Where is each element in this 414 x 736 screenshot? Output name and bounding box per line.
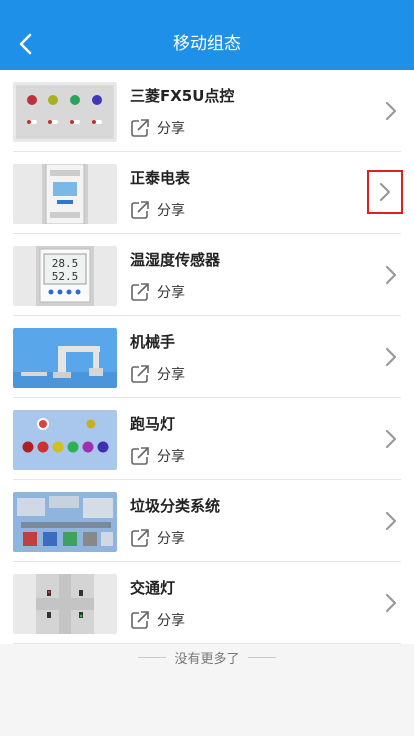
chevron-right-icon — [379, 182, 391, 202]
share-icon — [131, 529, 149, 547]
chevron-right-button[interactable] — [381, 590, 401, 616]
page-title: 移动组态 — [173, 34, 241, 54]
chevron-right-button[interactable] — [381, 344, 401, 370]
chevron-right-icon — [385, 429, 397, 449]
chevron-right-icon — [385, 101, 397, 121]
chevron-right-icon — [385, 265, 397, 285]
humidity-reading: 52.5 — [52, 270, 79, 283]
list-item[interactable]: 三菱FX5U点控 分享 — [13, 70, 401, 152]
list-item[interactable]: 机械手 分享 — [13, 316, 401, 398]
thumbnail-marquee-lights — [13, 410, 117, 470]
thumbnail-mitsubishi-plc — [13, 82, 117, 142]
share-button[interactable]: 分享 — [130, 117, 185, 139]
share-label: 分享 — [157, 367, 185, 383]
chevron-right-button[interactable] — [381, 98, 401, 124]
list-item[interactable]: 正泰电表 分享 — [13, 152, 403, 234]
share-icon — [131, 283, 149, 301]
share-icon — [131, 611, 149, 629]
chevron-right-button[interactable] — [381, 508, 401, 534]
item-title: 交通灯 — [130, 579, 176, 597]
list-item[interactable]: 交通灯 分享 — [13, 562, 401, 644]
share-button[interactable]: 分享 — [130, 527, 185, 549]
share-button[interactable]: 分享 — [130, 281, 185, 303]
list-end-indicator: 没有更多了 — [0, 646, 414, 668]
share-label: 分享 — [157, 121, 185, 137]
share-icon — [131, 201, 149, 219]
item-title: 机械手 — [130, 333, 176, 351]
project-list: 三菱FX5U点控 分享 正泰电表 分享 28.5 52.5 温湿度传感器 分享 … — [0, 70, 414, 644]
chevron-right-icon — [385, 347, 397, 367]
list-item[interactable]: 垃圾分类系统 分享 — [13, 480, 401, 562]
list-item[interactable]: 跑马灯 分享 — [13, 398, 401, 480]
thumbnail-traffic-light — [13, 574, 117, 634]
share-button[interactable]: 分享 — [130, 199, 185, 221]
share-icon — [131, 447, 149, 465]
share-label: 分享 — [157, 203, 185, 219]
app-header: 移动组态 — [0, 0, 414, 70]
thumbnail-waste-sorting — [13, 492, 117, 552]
item-title: 垃圾分类系统 — [130, 497, 221, 515]
share-icon — [131, 119, 149, 137]
item-title: 温湿度传感器 — [130, 251, 221, 269]
item-title: 正泰电表 — [130, 169, 191, 187]
share-button[interactable]: 分享 — [130, 445, 185, 467]
chevron-right-button[interactable] — [381, 426, 401, 452]
share-icon — [131, 365, 149, 383]
share-button[interactable]: 分享 — [130, 609, 185, 631]
divider — [138, 656, 167, 658]
no-more-text: 没有更多了 — [174, 651, 240, 667]
share-button[interactable]: 分享 — [130, 363, 185, 385]
share-label: 分享 — [157, 531, 185, 547]
chevron-right-button[interactable] — [367, 170, 403, 214]
thumbnail-robot-arm — [13, 328, 117, 388]
item-title: 跑马灯 — [130, 415, 176, 433]
temperature-reading: 28.5 — [52, 257, 79, 270]
item-title: 三菱FX5U点控 — [130, 87, 235, 105]
share-label: 分享 — [157, 449, 185, 465]
list-item[interactable]: 28.5 52.5 温湿度传感器 分享 — [13, 234, 401, 316]
thumbnail-power-meter — [13, 164, 117, 224]
chevron-right-icon — [385, 593, 397, 613]
divider — [247, 656, 276, 658]
thumbnail-thermo-hygrometer: 28.5 52.5 — [13, 246, 117, 306]
chevron-right-button[interactable] — [381, 262, 401, 288]
chevron-right-icon — [385, 511, 397, 531]
share-label: 分享 — [157, 613, 185, 629]
share-label: 分享 — [157, 285, 185, 301]
